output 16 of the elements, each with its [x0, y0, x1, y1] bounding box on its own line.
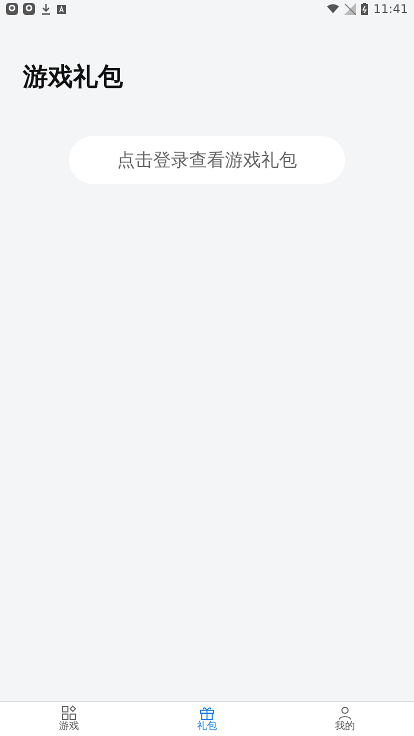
gift-icon [199, 705, 215, 721]
no-signal-icon [344, 3, 356, 15]
page-title: 游戏礼包 [23, 61, 124, 93]
battery-icon [361, 3, 368, 15]
login-button[interactable]: 点击登录查看游戏礼包 [69, 136, 345, 184]
app-notification-icon [23, 3, 35, 15]
app-notification-icon [57, 4, 66, 14]
tab[interactable]: 游戏 [0, 702, 138, 736]
status-time: 11:41 [373, 2, 408, 16]
wifi-icon [327, 3, 340, 15]
person-icon [337, 705, 353, 721]
tab[interactable]: 我的 [276, 702, 414, 736]
grid-icon [61, 705, 77, 721]
app-notification-icon [6, 3, 18, 15]
tab[interactable]: 礼包 [138, 702, 276, 736]
download-icon [40, 3, 52, 15]
